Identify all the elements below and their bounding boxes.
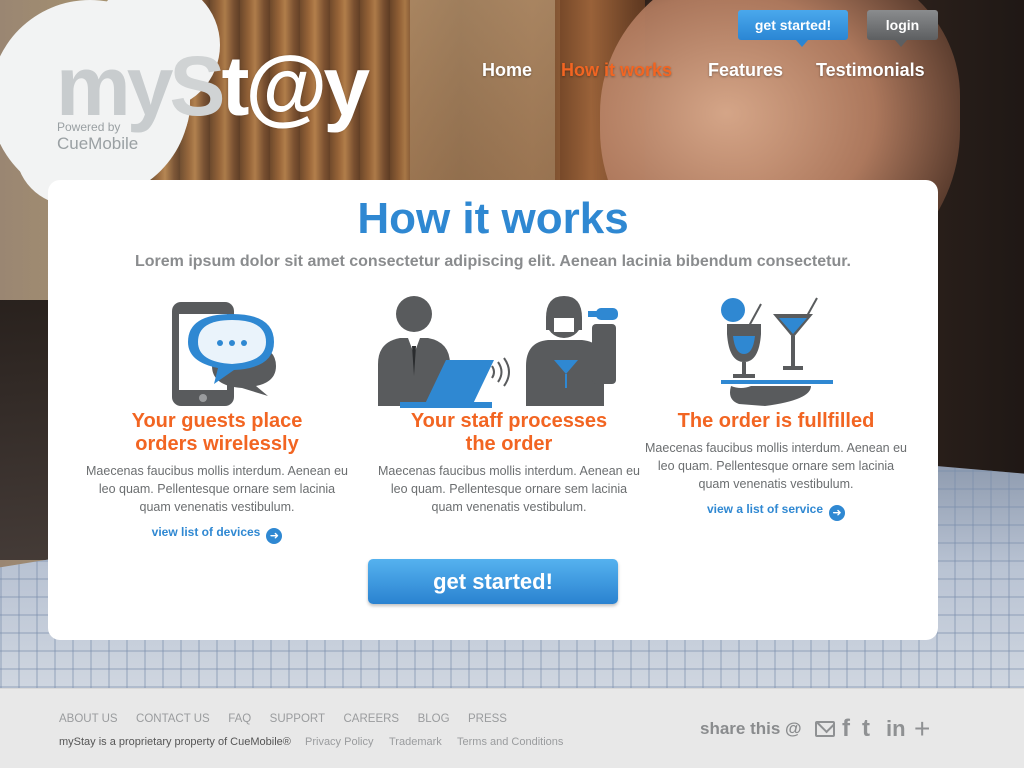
staff-laptop-icon (374, 290, 644, 410)
step-heading: The order is fullfilled (677, 410, 875, 432)
cocktail-tray-icon (641, 290, 911, 410)
phone-chat-icon (82, 290, 352, 410)
arrow-right-icon: ➜ (266, 528, 283, 544)
link-label: view a list of service (706, 502, 824, 516)
privacy-policy-link[interactable]: Privacy Policy (305, 736, 373, 748)
view-service-link[interactable]: view a list of service ➜ (641, 502, 911, 521)
step-description: Maecenas faucibus mollis interdum. Aenea… (645, 441, 907, 491)
get-started-cta-button[interactable]: get started! (368, 559, 618, 604)
footer-link-about[interactable]: ABOUT US (59, 713, 118, 725)
step-heading-line2: orders wirelessly (135, 433, 299, 455)
logo-s: S (169, 39, 225, 133)
link-label: view list of devices (151, 525, 261, 539)
footer: ABOUT US CONTACT US FAQ SUPPORT CAREERS … (0, 688, 1024, 768)
linkedin-icon[interactable]: in (886, 716, 906, 742)
how-it-works-card: How it works Lorem ipsum dolor sit amet … (48, 180, 938, 640)
terms-link[interactable]: Terms and Conditions (457, 736, 563, 748)
step-description: Maecenas faucibus mollis interdum. Aenea… (378, 464, 640, 514)
login-button[interactable]: login (867, 10, 938, 47)
step-order-fulfilled: The order is fullfilled Maecenas faucibu… (641, 290, 911, 521)
footer-link-press[interactable]: PRESS (468, 713, 507, 725)
step-heading-line1: Your staff processes (410, 410, 608, 432)
footer-link-careers[interactable]: CAREERS (344, 713, 400, 725)
step-staff-processes: Your staff processes the order Maecenas … (374, 290, 644, 516)
footer-link-faq[interactable]: FAQ (228, 713, 251, 725)
share-label: share this @ (700, 719, 802, 738)
copyright-text: myStay is a proprietary property of CueM… (59, 736, 291, 748)
get-started-top-button[interactable]: get started! (738, 10, 848, 47)
footer-links: ABOUT US CONTACT US FAQ SUPPORT CAREERS … (59, 709, 521, 727)
twitter-icon[interactable]: t (862, 716, 870, 742)
arrow-right-icon: ➜ (829, 505, 846, 521)
step-heading-line2: the order (465, 433, 553, 455)
company-name: CueMobile (57, 134, 139, 153)
nav-how-it-works[interactable]: How it works (561, 60, 672, 81)
step-heading-line1: Your guests place (131, 410, 303, 432)
step-heading: Your guests place orders wirelessly (82, 410, 352, 456)
nav-features[interactable]: Features (708, 60, 783, 81)
trademark-link[interactable]: Trademark (389, 736, 442, 748)
powered-by-label: Powered by (57, 120, 121, 134)
page-subtitle: Lorem ipsum dolor sit amet consectetur a… (134, 253, 851, 270)
view-devices-link[interactable]: view list of devices ➜ (82, 525, 352, 544)
main-nav: Home How it works Features Testimonials (0, 60, 940, 84)
footer-link-support[interactable]: SUPPORT (270, 713, 325, 725)
email-share-icon[interactable] (815, 721, 835, 737)
logo-my: my (56, 39, 173, 133)
step-description: Maecenas faucibus mollis interdum. Aenea… (86, 464, 348, 514)
nav-testimonials[interactable]: Testimonials (816, 60, 925, 81)
plus-share-icon[interactable]: + (914, 715, 930, 743)
page-title: How it works (357, 194, 629, 243)
step-guests-order: Your guests place orders wirelessly Maec… (82, 290, 352, 544)
nav-home[interactable]: Home (482, 60, 532, 81)
logo-tay: t@y (221, 39, 370, 133)
footer-link-blog[interactable]: BLOG (418, 713, 450, 725)
facebook-icon[interactable]: f (842, 716, 850, 742)
footer-link-contact[interactable]: CONTACT US (136, 713, 210, 725)
step-heading: Your staff processes the order (374, 410, 644, 456)
